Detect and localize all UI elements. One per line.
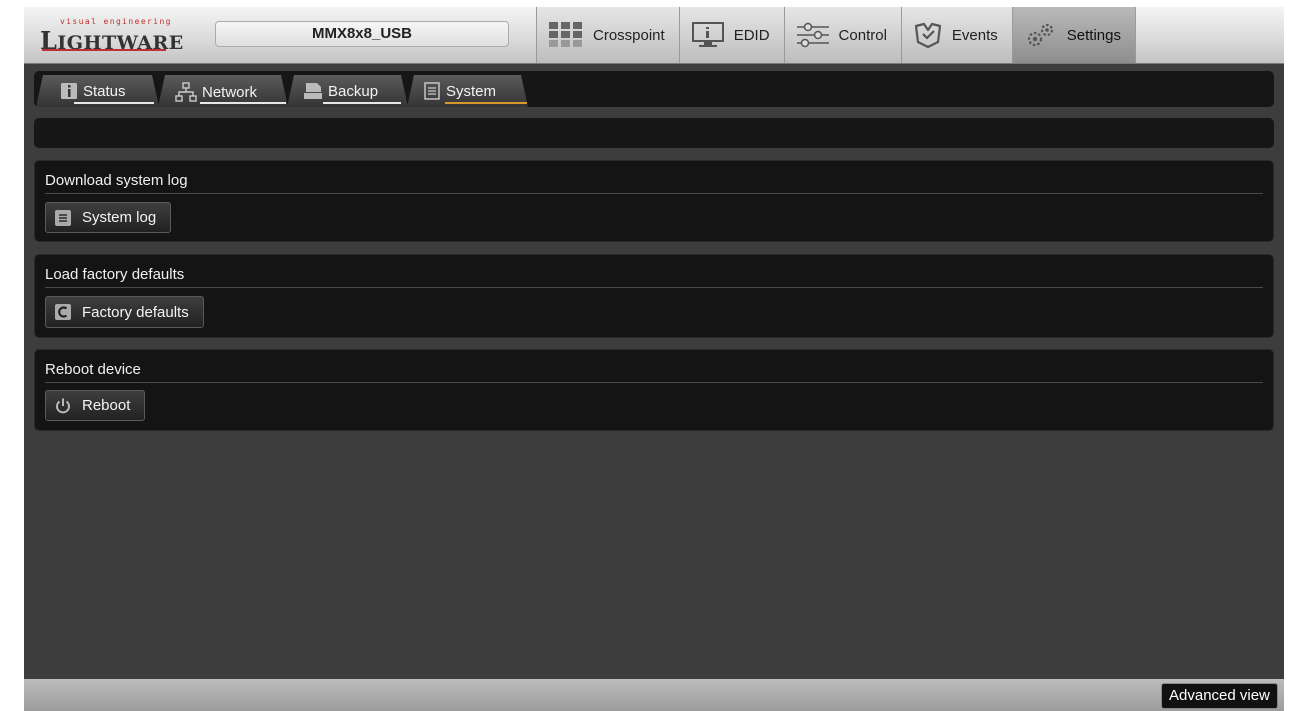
- reboot-title: Reboot device: [45, 361, 141, 378]
- tab-network-underline: [200, 102, 286, 104]
- tab-backup-underline: [323, 102, 401, 104]
- system-log-title: Download system log: [45, 172, 188, 189]
- tab-backup[interactable]: Backup: [287, 75, 408, 107]
- reboot-button[interactable]: Reboot: [45, 390, 146, 421]
- nav-settings[interactable]: Settings: [1011, 7, 1136, 63]
- factory-defaults-section: Load factory defaults Factory defaults: [34, 254, 1274, 338]
- system-log-button[interactable]: System log: [45, 202, 172, 233]
- nav-control[interactable]: Control: [783, 7, 901, 63]
- power-icon: [54, 397, 72, 415]
- reset-icon: [54, 303, 72, 321]
- tab-status[interactable]: Status: [36, 75, 159, 107]
- nav-crosspoint[interactable]: Crosspoint: [536, 7, 679, 63]
- nav-settings-label: Settings: [1066, 26, 1121, 44]
- settings-subtabs: Status Network Backup System: [34, 71, 1274, 107]
- section-divider: [45, 287, 1263, 288]
- nav-control-label: Control: [838, 26, 887, 44]
- nav-events-label: Events: [951, 26, 998, 44]
- monitor-icon: [691, 22, 724, 48]
- nav-crosspoint-label: Crosspoint: [593, 26, 665, 44]
- crosspoint-grid-icon: [549, 22, 583, 48]
- top-bar: visual engineering LIGHTWARE MMX8x8_USB: [24, 7, 1284, 64]
- nav-events[interactable]: Events: [900, 7, 1012, 63]
- tab-network-label: Network: [202, 83, 258, 101]
- system-log-section: Download system log System log: [34, 160, 1274, 242]
- factory-defaults-button-label: Factory defaults: [82, 303, 189, 321]
- info-icon: [60, 82, 78, 100]
- status-info-bar: [34, 118, 1274, 148]
- reboot-button-label: Reboot: [82, 397, 131, 414]
- footer-bar: Advanced view: [24, 679, 1284, 711]
- tab-status-underline: [74, 102, 154, 104]
- section-divider: [45, 193, 1263, 194]
- sliders-icon: [796, 22, 829, 48]
- tab-backup-label: Backup: [328, 82, 379, 100]
- tab-network[interactable]: Network: [158, 75, 288, 107]
- tab-system-underline: [445, 102, 527, 104]
- advanced-view-button[interactable]: Advanced view: [1161, 683, 1278, 709]
- tab-system-label: System: [446, 82, 497, 100]
- main-nav: Crosspoint EDID Control Events Settings: [536, 7, 1136, 63]
- section-divider: [45, 382, 1263, 383]
- nav-edid-label: EDID: [733, 26, 770, 44]
- document-icon: [423, 82, 441, 100]
- lightware-logo: visual engineering LIGHTWARE: [40, 17, 183, 55]
- reboot-section: Reboot device Reboot: [34, 349, 1274, 431]
- events-icon: [914, 22, 942, 48]
- logo-underline: [42, 49, 166, 51]
- gears-icon: [1025, 22, 1057, 48]
- device-name-field[interactable]: MMX8x8_USB: [215, 21, 509, 47]
- system-log-button-label: System log: [82, 209, 157, 226]
- factory-defaults-title: Load factory defaults: [45, 266, 185, 283]
- nav-edid[interactable]: EDID: [678, 7, 784, 63]
- logo-tagline: visual engineering: [60, 17, 172, 26]
- app-window: visual engineering LIGHTWARE MMX8x8_USB: [24, 7, 1284, 711]
- document-icon: [54, 209, 72, 227]
- network-icon: [175, 82, 197, 102]
- factory-defaults-button[interactable]: Factory defaults: [45, 296, 204, 328]
- backup-icon: [303, 82, 323, 100]
- tab-system[interactable]: System: [407, 75, 528, 107]
- tab-status-label: Status: [83, 82, 126, 100]
